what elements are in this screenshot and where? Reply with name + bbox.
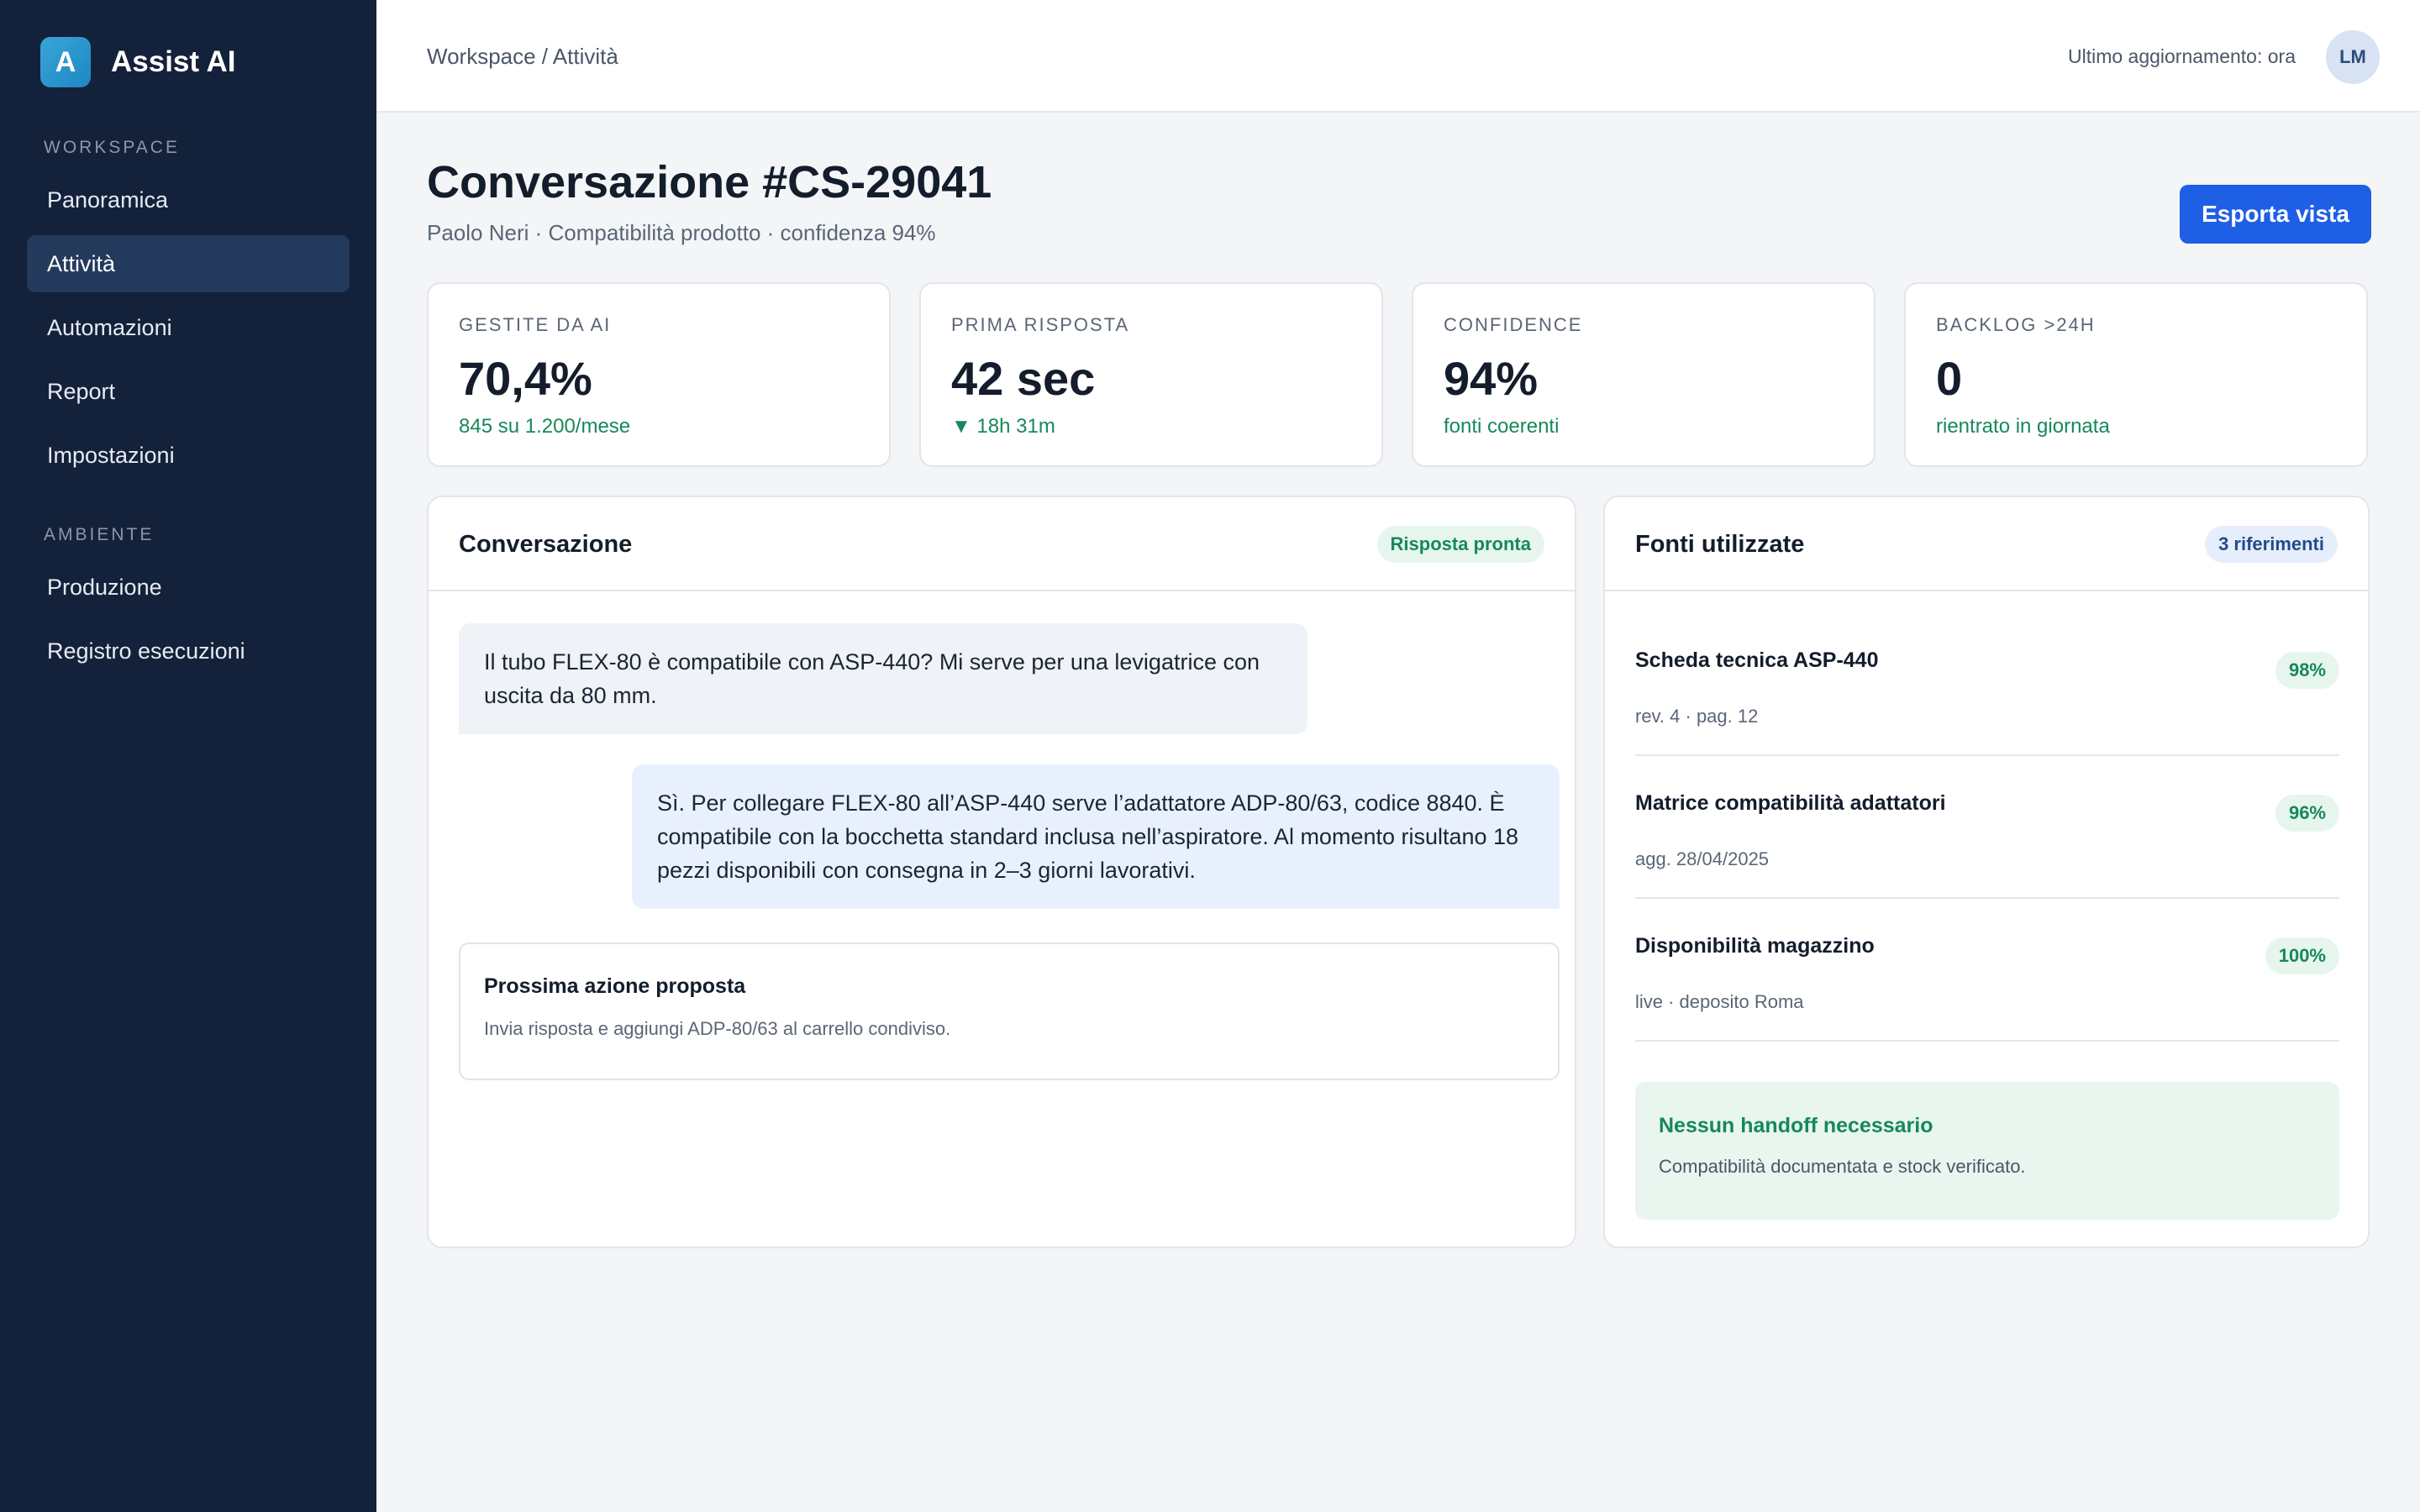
sidebar-item-attivita[interactable]: Attività [27, 235, 350, 292]
source-item[interactable]: Disponibilità magazzino live · deposito … [1635, 899, 2339, 1042]
kpi-label: GESTITE DA AI [459, 314, 612, 335]
kpi-label: CONFIDENCE [1444, 314, 1583, 335]
kpi-label: BACKLOG >24H [1936, 314, 2096, 335]
source-score-badge: 100% [2265, 937, 2339, 974]
sidebar-item-panoramica[interactable]: Panoramica [27, 171, 350, 228]
kpi-card-confidence: CONFIDENCE 94% fonti coerenti [1412, 282, 1876, 467]
sidebar-section-ambiente: AMBIENTE [44, 525, 155, 544]
export-view-button[interactable]: Esporta vista [2180, 185, 2371, 244]
brand-name: Assist AI [111, 45, 236, 78]
conversation-panel-header: Conversazione Risposta pronta [429, 497, 1575, 591]
sources-panel-title: Fonti utilizzate [1635, 531, 1805, 558]
handoff-notice: Nessun handoff necessario Compatibilità … [1635, 1082, 2339, 1220]
source-title: Matrice compatibilità adattatori [1635, 791, 1946, 815]
source-score-badge: 98% [2275, 652, 2339, 689]
sidebar-item-automazioni[interactable]: Automazioni [27, 299, 350, 356]
next-action-text: Invia risposta e aggiungi ADP-80/63 al c… [484, 1018, 951, 1039]
sidebar-item-impostazioni[interactable]: Impostazioni [27, 427, 350, 484]
source-item[interactable]: Scheda tecnica ASP-440 rev. 4 · pag. 12 … [1635, 613, 2339, 756]
handoff-title: Nessun handoff necessario [1659, 1114, 1933, 1137]
brand[interactable]: A Assist AI [40, 37, 235, 87]
source-meta: agg. 28/04/2025 [1635, 848, 1770, 869]
sources-panel: Fonti utilizzate 3 riferimenti Scheda te… [1603, 496, 2370, 1248]
kpi-subtext: ▼ 18h 31m [951, 415, 1055, 438]
sources-count-badge: 3 riferimenti [2205, 526, 2338, 563]
topbar: Workspace / Attività Ultimo aggiornament… [376, 0, 2420, 113]
kpi-value: 70,4% [459, 352, 592, 405]
kpi-value: 0 [1936, 352, 1963, 405]
sidebar-section-workspace: WORKSPACE [44, 138, 180, 157]
kpi-value: 94% [1444, 352, 1539, 405]
next-action-card[interactable]: Prossima azione proposta Invia risposta … [459, 942, 1560, 1080]
source-title: Disponibilità magazzino [1635, 934, 1875, 958]
last-update-status: Ultimo aggiornamento: ora [2067, 45, 2296, 67]
sidebar-item-report[interactable]: Report [27, 363, 350, 420]
status-badge: Risposta pronta [1376, 526, 1544, 563]
handoff-text: Compatibilità documentata e stock verifi… [1659, 1156, 2026, 1177]
sources-panel-header: Fonti utilizzate 3 riferimenti [1605, 497, 2368, 591]
sidebar-item-registro-esecuzioni[interactable]: Registro esecuzioni [27, 622, 350, 680]
next-action-title: Prossima azione proposta [484, 974, 746, 998]
source-meta: live · deposito Roma [1635, 991, 1804, 1012]
kpi-value: 42 sec [951, 352, 1096, 405]
conversation-panel-title: Conversazione [459, 531, 633, 558]
conversation-panel: Conversazione Risposta pronta Il tubo FL… [427, 496, 1576, 1248]
page-subtitle: Paolo Neri · Compatibilità prodotto · co… [427, 220, 936, 245]
assistant-message: Sì. Per collegare FLEX-80 all’ASP-440 se… [632, 764, 1560, 909]
brand-logo-icon: A [40, 37, 91, 87]
kpi-subtext: rientrato in giornata [1936, 415, 2110, 438]
sidebar: A Assist AI WORKSPACE Panoramica Attivit… [0, 0, 376, 1512]
source-title: Scheda tecnica ASP-440 [1635, 648, 1879, 672]
user-message: Il tubo FLEX-80 è compatibile con ASP-44… [459, 623, 1307, 734]
source-item[interactable]: Matrice compatibilità adattatori agg. 28… [1635, 756, 2339, 899]
sidebar-item-produzione[interactable]: Produzione [27, 559, 350, 616]
kpi-subtext: fonti coerenti [1444, 415, 1560, 438]
page-title: Conversazione #CS-29041 [427, 157, 992, 207]
kpi-card-backlog: BACKLOG >24H 0 rientrato in giornata [1904, 282, 2368, 467]
source-meta: rev. 4 · pag. 12 [1635, 706, 1759, 727]
kpi-subtext: 845 su 1.200/mese [459, 415, 631, 438]
kpi-label: PRIMA RISPOSTA [951, 314, 1130, 335]
kpi-card-prima-risposta: PRIMA RISPOSTA 42 sec ▼ 18h 31m [919, 282, 1383, 467]
source-score-badge: 96% [2275, 795, 2339, 832]
user-avatar[interactable]: LM [2326, 30, 2380, 84]
breadcrumb[interactable]: Workspace / Attività [427, 44, 618, 70]
kpi-card-gestite-da-ai: GESTITE DA AI 70,4% 845 su 1.200/mese [427, 282, 891, 467]
